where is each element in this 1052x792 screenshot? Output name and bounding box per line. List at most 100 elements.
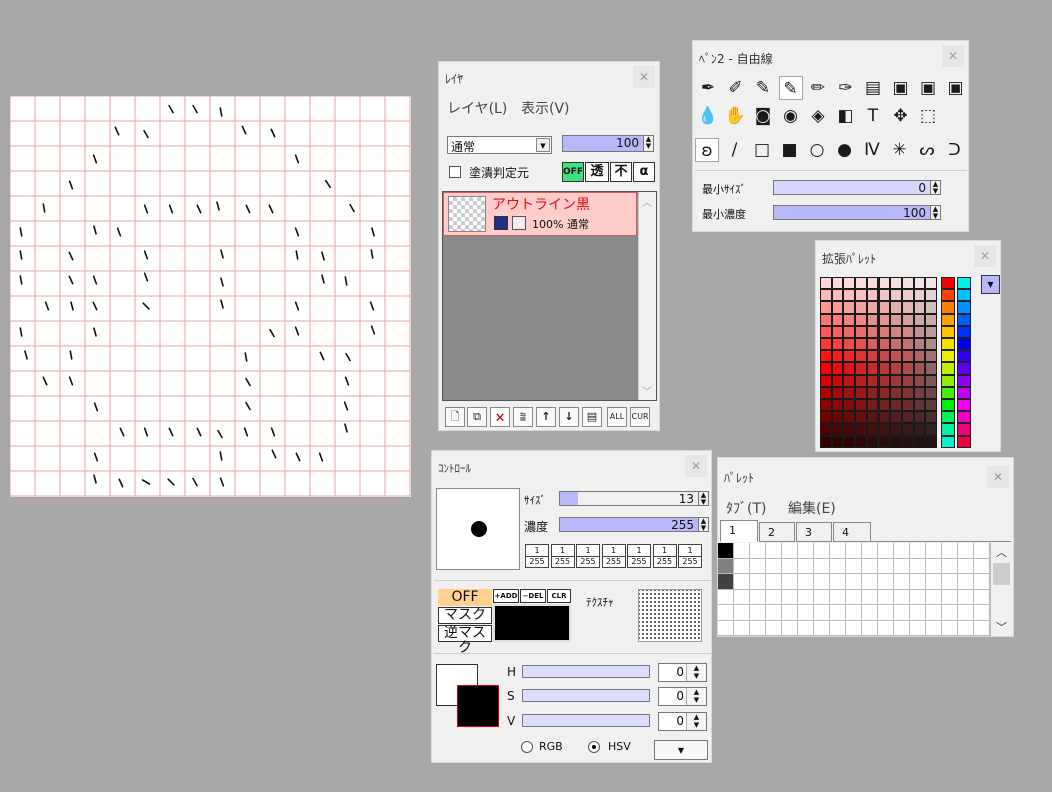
mask-delete-button[interactable]: −DEL — [520, 589, 546, 603]
palette-swatch[interactable] — [913, 399, 926, 412]
palette-swatch[interactable] — [925, 277, 937, 290]
shape-tool-9-icon[interactable]: ᔕ — [915, 138, 939, 162]
palette-swatch[interactable] — [890, 386, 902, 399]
effect-tool-7-icon[interactable]: T — [861, 104, 885, 128]
pen-tool-1-icon[interactable]: ✒ — [696, 76, 720, 100]
palette-cell[interactable] — [734, 558, 750, 574]
palette-swatch[interactable] — [843, 338, 856, 351]
palette-swatch[interactable] — [866, 386, 879, 399]
close-icon[interactable]: ✕ — [633, 66, 655, 88]
foreground-color-swatch[interactable] — [457, 685, 499, 727]
layer-window-titlebar[interactable]: ﾚｲﾔ ✕ — [439, 62, 659, 92]
palette-cell[interactable] — [862, 543, 878, 559]
palette-swatch[interactable] — [855, 386, 867, 399]
pen-tool-5-icon[interactable]: ✏ — [806, 76, 830, 100]
palette-cell[interactable] — [830, 589, 846, 605]
palette-swatch[interactable] — [925, 386, 937, 399]
effect-tool-2-icon[interactable]: ✋ — [724, 104, 748, 128]
hue-swatch[interactable] — [957, 399, 971, 412]
palette-cell[interactable] — [718, 605, 734, 621]
palette-swatch[interactable] — [878, 435, 891, 448]
palette-swatch[interactable] — [890, 399, 902, 412]
palette-swatch[interactable] — [820, 386, 832, 399]
palette-swatch[interactable] — [913, 362, 926, 375]
density-preset-button[interactable]: 1 255 — [601, 544, 626, 568]
palette-swatch[interactable] — [901, 435, 914, 448]
palette-swatch[interactable] — [890, 289, 902, 302]
palette-swatch[interactable] — [925, 423, 937, 436]
palette-swatch[interactable] — [890, 313, 902, 326]
drawing-canvas[interactable] — [10, 96, 411, 497]
palette-swatch[interactable] — [890, 325, 902, 338]
hue-swatch[interactable] — [941, 435, 955, 448]
palette-swatch[interactable] — [831, 374, 844, 387]
palette-swatch[interactable] — [843, 423, 856, 436]
palette-swatch[interactable] — [855, 362, 867, 375]
palette-swatch[interactable] — [820, 350, 832, 363]
palette-cell[interactable] — [750, 620, 766, 636]
palette-swatch[interactable] — [843, 289, 856, 302]
hue-swatch[interactable] — [941, 362, 955, 375]
palette-cell[interactable] — [910, 620, 926, 636]
hue-swatch[interactable] — [941, 289, 955, 302]
palette-cell[interactable] — [974, 605, 990, 621]
mask-off-button[interactable]: OFF — [438, 589, 492, 606]
palette-cell[interactable] — [814, 605, 830, 621]
shape-tool-8-icon[interactable]: ✳ — [888, 138, 912, 162]
palette-swatch[interactable] — [855, 338, 867, 351]
pen-tool-8-icon[interactable]: ▣ — [889, 76, 913, 100]
palette-swatch[interactable] — [878, 399, 891, 412]
palette-cell[interactable] — [942, 574, 958, 590]
palette-swatch[interactable] — [913, 411, 926, 424]
palette-swatch[interactable] — [820, 411, 832, 424]
palette-swatch[interactable] — [890, 301, 902, 314]
density-preset-button[interactable]: 1 255 — [576, 544, 600, 568]
spin-arrows-icon[interactable]: ▲ ▼ — [686, 688, 706, 705]
effect-tool-3-icon[interactable]: ◙ — [751, 104, 775, 128]
palette-cell[interactable] — [846, 620, 862, 636]
palette-cell[interactable] — [814, 558, 830, 574]
effect-tool-9-icon[interactable]: ⬚ — [916, 104, 940, 128]
hue-swatch[interactable] — [941, 277, 955, 290]
palette-swatch[interactable] — [878, 338, 891, 351]
palette-cell[interactable] — [974, 620, 990, 636]
palette-cell[interactable] — [782, 589, 798, 605]
hue-input[interactable]: 0 ▲ ▼ — [658, 663, 707, 682]
palette-swatch[interactable] — [913, 374, 926, 387]
palette-swatch[interactable] — [901, 423, 914, 436]
palette-cell[interactable] — [766, 558, 782, 574]
palette-cell[interactable] — [798, 543, 814, 559]
hue-swatch[interactable] — [941, 374, 955, 387]
palette-cell[interactable] — [894, 574, 910, 590]
palette-swatch[interactable] — [890, 374, 902, 387]
move-layer-down-button[interactable]: ↓ — [559, 407, 579, 427]
shape-tool-1-icon[interactable]: ʚ — [695, 138, 719, 162]
palette-scrollbar[interactable]: ︿ ﹀ — [991, 543, 1012, 636]
hue-swatch[interactable] — [957, 338, 971, 351]
palette-swatch[interactable] — [843, 313, 856, 326]
palette-swatch[interactable] — [831, 325, 844, 338]
palette-tab-1[interactable]: 1 — [720, 520, 758, 542]
blend-mode-select[interactable]: 通常 ▼ — [447, 136, 552, 154]
palette-swatch[interactable] — [925, 338, 937, 351]
palette-cell[interactable] — [846, 574, 862, 590]
palette-swatch[interactable] — [913, 289, 926, 302]
palette-cell[interactable] — [814, 620, 830, 636]
palette-swatch[interactable] — [820, 301, 832, 314]
palette-swatch[interactable] — [925, 313, 937, 326]
min-size-input[interactable]: 0 ▲ ▼ — [773, 180, 941, 195]
close-icon[interactable]: ✕ — [685, 455, 707, 477]
hue-swatch[interactable] — [957, 301, 971, 314]
scroll-down-icon[interactable]: ﹀ — [996, 619, 1007, 635]
density-slider[interactable]: 255 ▲ ▼ — [559, 517, 709, 532]
layer-properties-button[interactable]: ▤ — [582, 407, 602, 427]
layer-toggle-alpha[interactable]: α — [633, 162, 655, 182]
palette-swatch[interactable] — [901, 325, 914, 338]
palette-swatch[interactable] — [901, 362, 914, 375]
hue-column-cool[interactable] — [957, 277, 971, 448]
palette-cell[interactable] — [782, 574, 798, 590]
palette-swatch[interactable] — [855, 289, 867, 302]
palette-cell[interactable] — [814, 543, 830, 559]
palette-cell[interactable] — [750, 605, 766, 621]
hue-swatch[interactable] — [957, 435, 971, 448]
